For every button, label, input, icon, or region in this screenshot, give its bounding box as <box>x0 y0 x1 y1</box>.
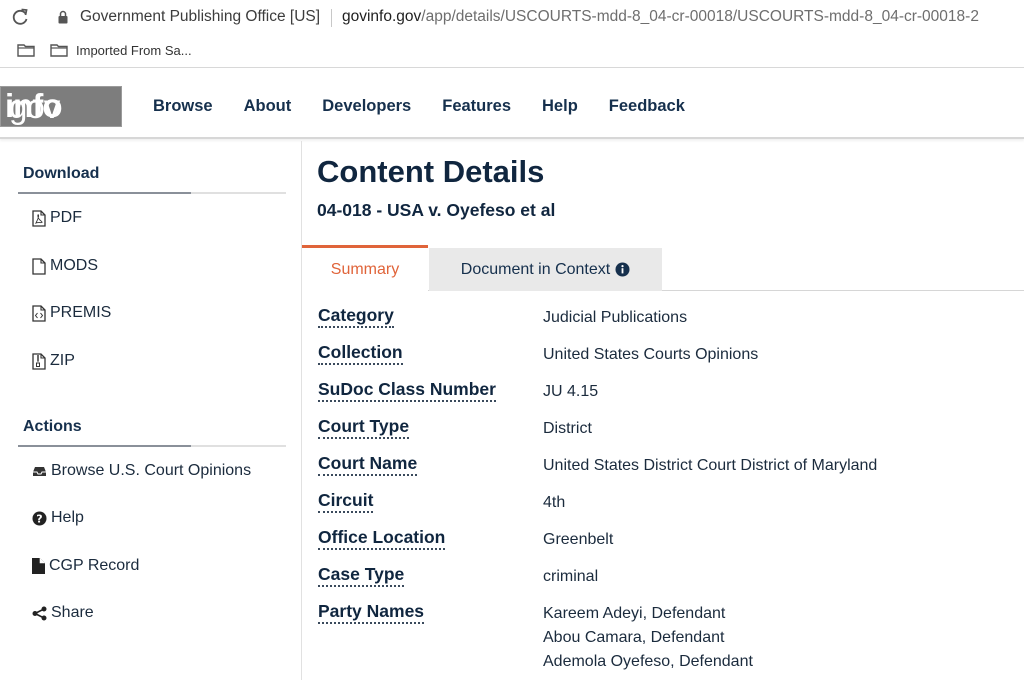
download-divider <box>18 192 286 194</box>
detail-value-court-name: United States District Court District of… <box>543 457 878 474</box>
cgp-record-label: CGP Record <box>49 557 140 574</box>
nav-browse[interactable]: Browse <box>153 97 213 116</box>
share-icon <box>32 606 47 620</box>
pdf-file-icon <box>32 209 46 227</box>
download-heading: Download <box>23 165 100 182</box>
nav-about[interactable]: About <box>244 97 292 116</box>
detail-value-case-type: criminal <box>543 568 599 585</box>
detail-label-party-names[interactable]: Party Names <box>318 601 425 624</box>
detail-value-office-location: Greenbelt <box>543 531 614 548</box>
folder-icon <box>50 44 68 57</box>
site-identity[interactable]: Government Publishing Office [US] <box>80 8 320 26</box>
nav-feedback[interactable]: Feedback <box>609 97 685 116</box>
detail-value-court-type: District <box>543 420 592 437</box>
detail-tabs: Summary Document in Context <box>302 245 1024 292</box>
detail-label-sudoc[interactable]: SuDoc Class Number <box>318 379 496 402</box>
browse-court-opinions-link[interactable]: Browse U.S. Court Opinions <box>32 462 251 480</box>
help-label: Help <box>51 509 84 526</box>
zip-label: ZIP <box>50 352 75 369</box>
tab-summary-label: Summary <box>330 261 400 278</box>
detail-value-circuit: 4th <box>543 494 566 511</box>
document-subtitle: 04-018 - USA v. Oyefeso et al <box>317 200 556 220</box>
nav-help[interactable]: Help <box>542 97 578 116</box>
detail-label-court-type[interactable]: Court Type <box>318 416 410 439</box>
url-path: /app/details/USCOURTS-mdd-8_04-cr-00018/… <box>421 8 979 25</box>
bookmark-folder-label[interactable]: Imported From Sa... <box>76 43 192 58</box>
lock-icon <box>58 10 68 24</box>
cgp-record-link[interactable]: CGP Record <box>32 557 139 575</box>
logo-gov: gov <box>9 88 60 125</box>
url-divider <box>331 9 332 27</box>
govinfo-logo[interactable]: gov info <box>0 86 122 127</box>
party-name: Abou Camara, Defendant <box>543 629 725 646</box>
browser-address-bar: Government Publishing Office [US] govinf… <box>0 0 1024 36</box>
tab-summary[interactable]: Summary <box>302 245 428 292</box>
detail-label-court-name[interactable]: Court Name <box>318 453 418 476</box>
detail-value-party-names: Kareem Adeyi, Defendant Abou Camara, Def… <box>543 604 753 676</box>
site-header: gov info Browse About Developers Features… <box>0 69 1024 139</box>
svg-text:?: ? <box>36 512 42 525</box>
main-nav: Browse About Developers Features Help Fe… <box>153 97 716 116</box>
detail-label-collection[interactable]: Collection <box>318 342 403 365</box>
mods-label: MODS <box>50 257 98 274</box>
detail-value-category: Judicial Publications <box>543 309 688 326</box>
tab-document-in-context[interactable]: Document in Context <box>429 248 662 291</box>
help-link[interactable]: ? Help <box>32 509 84 527</box>
url-host: govinfo.gov <box>342 8 422 25</box>
detail-label-circuit[interactable]: Circuit <box>318 490 374 513</box>
actions-divider <box>18 445 286 447</box>
download-pdf-link[interactable]: PDF <box>32 209 82 227</box>
reload-icon[interactable] <box>10 6 30 28</box>
premis-label: PREMIS <box>50 304 112 321</box>
detail-value-collection: United States Courts Opinions <box>543 346 759 363</box>
zip-file-icon <box>32 352 46 370</box>
party-name: Kareem Adeyi, Defendant <box>543 605 726 622</box>
page-title: Content Details <box>317 154 545 189</box>
share-link[interactable]: Share <box>32 604 94 622</box>
detail-value-sudoc: JU 4.15 <box>543 383 599 400</box>
tab-context-label: Document in Context <box>460 260 611 278</box>
browse-court-opinions-label: Browse U.S. Court Opinions <box>51 462 252 479</box>
detail-label-office-location[interactable]: Office Location <box>318 527 446 550</box>
pdf-label: PDF <box>50 209 82 226</box>
bookmarks-bar: Imported From Sa... <box>0 36 1024 68</box>
inbox-icon <box>33 467 46 476</box>
url-field[interactable]: govinfo.gov/app/details/USCOURTS-mdd-8_0… <box>342 8 979 26</box>
nav-developers[interactable]: Developers <box>322 97 411 116</box>
file-icon <box>32 257 46 275</box>
nav-features[interactable]: Features <box>442 97 511 116</box>
share-label: Share <box>51 604 94 621</box>
detail-label-category[interactable]: Category <box>318 305 394 328</box>
sidebar: Download PDF MODS PREMIS ZIP Actions Bro… <box>0 141 302 680</box>
download-zip-link[interactable]: ZIP <box>32 352 75 370</box>
download-mods-link[interactable]: MODS <box>32 257 98 275</box>
actions-heading: Actions <box>23 418 82 435</box>
download-premis-link[interactable]: PREMIS <box>32 304 111 322</box>
party-name: Ademola Oyefeso, Defendant <box>543 653 753 670</box>
detail-label-case-type[interactable]: Case Type <box>318 564 405 587</box>
code-file-icon <box>32 304 46 322</box>
question-circle-icon: ? <box>32 511 47 525</box>
info-circle-icon[interactable] <box>615 262 630 277</box>
document-icon <box>32 558 45 574</box>
folder-icon[interactable] <box>17 43 35 57</box>
